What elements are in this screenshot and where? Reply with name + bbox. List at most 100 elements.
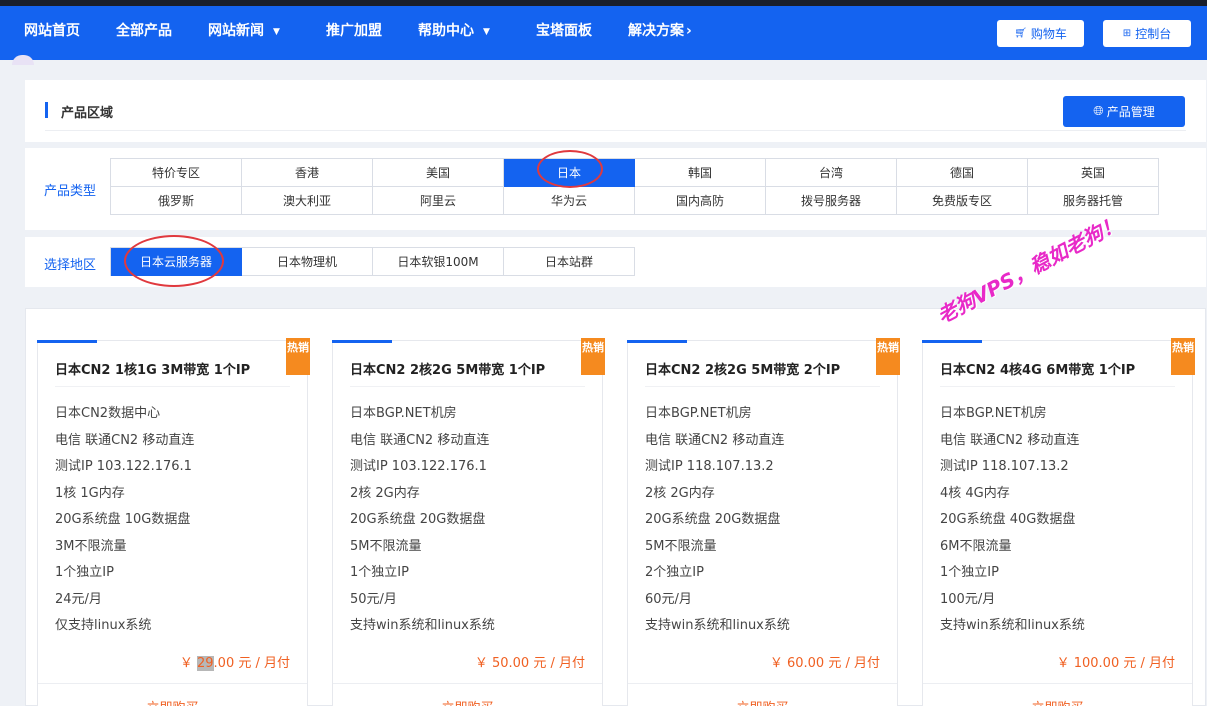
product-spec: 60元/月 <box>645 591 692 607</box>
buy-now-button[interactable]: 立即购买 <box>333 697 602 706</box>
divider <box>55 386 290 387</box>
product-type-option[interactable]: 美国 <box>373 159 504 187</box>
product-manage-button[interactable]: 🌐︎ 产品管理 <box>1063 96 1185 127</box>
product-price: ￥ 50.00 元 / 月付 <box>474 656 585 671</box>
product-spec: 日本CN2数据中心 <box>55 406 161 421</box>
divider <box>333 683 602 684</box>
area-option[interactable]: 日本物理机 <box>242 248 373 276</box>
region-header-panel: 产品区域 🌐︎ 产品管理 <box>25 80 1206 142</box>
product-card: 热销 日本CN2 2核2G 5M带宽 1个IP 日本BGP.NET机房电信 联通… <box>332 338 605 706</box>
hot-badge: 热销 <box>581 338 605 375</box>
product-spec: 支持win系统和linux系统 <box>940 618 1085 633</box>
product-card: 热销 日本CN2 1核1G 3M带宽 1个IP 日本CN2数据中心 电信 联通CN… <box>37 338 310 706</box>
product-type-label: 产品类型 <box>44 184 97 199</box>
product-type-option[interactable]: 俄罗斯 <box>111 187 242 215</box>
title-accent <box>45 102 48 118</box>
area-option[interactable]: 日本软银100M <box>373 248 504 276</box>
product-spec: 4核 4G内存 <box>940 485 1010 501</box>
product-price: ￥ 29.00 元 / 月付 <box>179 656 290 671</box>
product-spec: 电信 联通CN2 移动直连 <box>55 432 195 448</box>
product-type-grid: 特价专区 香港 美国 日本 韩国 台湾 德国 英国 俄罗斯 澳大利亚 阿里云 华为云 国内高防 拨号服务器… <box>110 158 1159 215</box>
product-price: ￥ 100.00 元 / 月付 <box>1056 656 1175 671</box>
nav-help[interactable]: 帮助中心 ▼ <box>418 20 490 40</box>
product-type-option[interactable]: 德国 <box>897 159 1028 187</box>
cart-button[interactable]: 🛒︎ 购物车 <box>997 20 1084 47</box>
product-spec: 2个独立IP <box>645 565 704 580</box>
nav-bt-panel[interactable]: 宝塔面板 <box>536 20 592 40</box>
product-type-option[interactable]: 拨号服务器 <box>766 187 897 215</box>
nav-news[interactable]: 网站新闻 ▼ <box>208 20 280 40</box>
product-type-option[interactable]: 韩国 <box>635 159 766 187</box>
globe-icon: 🌐︎ <box>1093 104 1104 119</box>
buy-now-button[interactable]: 立即购买 <box>38 697 307 706</box>
area-label: 选择地区 <box>44 258 97 273</box>
product-type-option[interactable]: 英国 <box>1028 159 1159 187</box>
product-spec: 50元/月 <box>350 591 397 607</box>
product-spec: 5M不限流量 <box>350 538 422 554</box>
product-spec: 支持win系统和linux系统 <box>645 618 790 633</box>
product-spec: 电信 联通CN2 移动直连 <box>940 432 1080 448</box>
product-spec: 测试IP 118.107.13.2 <box>940 459 1069 474</box>
product-spec: 20G系统盘 20G数据盘 <box>645 512 781 527</box>
divider <box>350 386 585 387</box>
product-name: 日本CN2 1核1G 3M带宽 1个IP <box>55 363 251 378</box>
product-type-option[interactable]: 华为云 <box>504 187 635 215</box>
product-spec: 日本BGP.NET机房 <box>940 406 1047 421</box>
product-price: ￥ 60.00 元 / 月付 <box>769 656 880 671</box>
card-accent <box>332 340 392 343</box>
cart-icon: 🛒︎ <box>1014 28 1027 39</box>
product-card: 热销 日本CN2 2核2G 5M带宽 2个IP 日本BGP.NET机房 电信 联通… <box>627 338 900 706</box>
product-spec: 5M不限流量 <box>645 538 717 554</box>
product-spec: 1个独立IP <box>940 565 999 580</box>
product-type-option[interactable]: 国内高防 <box>635 187 766 215</box>
product-type-option[interactable]: 澳大利亚 <box>242 187 373 215</box>
hot-badge: 热销 <box>876 338 900 375</box>
hot-badge: 热销 <box>1171 338 1195 375</box>
card-accent <box>37 340 97 343</box>
caret-down-icon: ▼ <box>483 27 490 37</box>
product-type-option[interactable]: 服务器托管 <box>1028 187 1159 215</box>
nav-solutions[interactable]: 解决方案 › <box>628 20 692 40</box>
product-spec: 测试IP 103.122.176.1 <box>55 459 192 474</box>
product-spec: 测试IP 118.107.13.2 <box>645 459 774 474</box>
product-spec: 1核 1G内存 <box>55 485 125 501</box>
card-accent <box>922 340 982 343</box>
product-spec: 支持win系统和linux系统 <box>350 618 495 633</box>
area-option[interactable]: 日本站群 <box>504 248 635 276</box>
product-type-option[interactable]: 免费版专区 <box>897 187 1028 215</box>
annotation-circle <box>124 235 224 287</box>
nav-all-products[interactable]: 全部产品 <box>116 20 172 40</box>
console-button[interactable]: ⊞ 控制台 <box>1103 20 1191 47</box>
product-name: 日本CN2 2核2G 5M带宽 1个IP <box>350 363 546 378</box>
product-type-option[interactable]: 香港 <box>242 159 373 187</box>
product-spec: 20G系统盘 40G数据盘 <box>940 512 1076 527</box>
product-card: 热销 日本CN2 4核4G 6M带宽 1个IP 日本BGP.NET机房 电信 联通… <box>922 338 1195 706</box>
product-spec: 2核 2G内存 <box>350 485 420 501</box>
divider <box>940 386 1175 387</box>
nav-affiliate[interactable]: 推广加盟 <box>326 20 382 40</box>
product-spec: 100元/月 <box>940 591 996 607</box>
buy-now-button[interactable]: 立即购买 <box>923 697 1192 706</box>
product-spec: 电信 联通CN2 移动直连 <box>350 432 490 448</box>
product-spec: 1个独立IP <box>350 565 409 580</box>
product-type-option[interactable]: 台湾 <box>766 159 897 187</box>
divider <box>628 683 897 684</box>
buy-now-button[interactable]: 立即购买 <box>628 697 897 706</box>
product-spec: 20G系统盘 20G数据盘 <box>350 512 486 527</box>
product-type-option[interactable]: 特价专区 <box>111 159 242 187</box>
grid-icon: ⊞ <box>1122 28 1132 39</box>
product-spec: 1个独立IP <box>55 565 114 580</box>
divider <box>923 683 1192 684</box>
main-nav: 网站首页 全部产品 网站新闻 ▼ 推广加盟 帮助中心 ▼ 宝塔面板 解决方案 › 🛒︎… <box>0 6 1207 60</box>
page-title: 产品区域 <box>61 106 114 121</box>
divider <box>45 130 1186 131</box>
product-type-panel: 产品类型 特价专区 香港 美国 日本 韩国 台湾 德国 英国 俄罗斯 澳大利亚 阿里云 华为云 国内高防… <box>25 148 1206 230</box>
product-type-option[interactable]: 阿里云 <box>373 187 504 215</box>
product-spec: 24元/月 <box>55 591 102 607</box>
product-spec: 日本BGP.NET机房 <box>645 406 752 421</box>
product-spec: 测试IP 103.122.176.1 <box>350 459 487 474</box>
product-spec: 日本BGP.NET机房 <box>350 406 457 421</box>
product-spec: 6M不限流量 <box>940 538 1012 554</box>
nav-home[interactable]: 网站首页 <box>24 20 80 40</box>
product-name: 日本CN2 2核2G 5M带宽 2个IP <box>645 363 841 378</box>
